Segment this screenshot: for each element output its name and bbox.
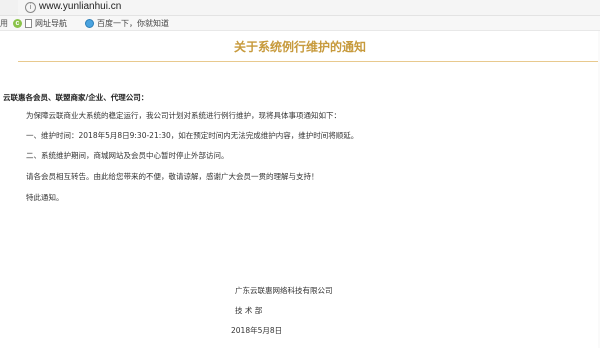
page-title: 关于系统例行维护的通知: [233, 40, 366, 54]
nav-area: [0, 0, 18, 15]
c-icon: c: [13, 19, 22, 28]
address-bar[interactable]: i www.yunlianhui.cn: [0, 0, 600, 16]
bookmark-cut-label[interactable]: 用: [0, 18, 8, 29]
info-icon[interactable]: i: [25, 2, 36, 13]
paragraph: 一、维护时间：2018年5月8日9:30-21:30，如在预定时间内无法完成维护…: [26, 131, 359, 140]
paragraph: 请各会员相互转告。由此给您带来的不便，敬请谅解，感谢广大会员一贯的理解与支持！: [26, 172, 319, 181]
bookmark-wangzhi[interactable]: c 网址导航: [13, 18, 67, 29]
globe-icon: [85, 19, 94, 28]
page-icon: [25, 19, 32, 28]
paragraph: 特此通知。: [26, 193, 64, 202]
url-text[interactable]: www.yunlianhui.cn: [39, 1, 121, 12]
signature-company: 广东云联惠网络科技有限公司: [235, 286, 333, 295]
bookmark-label: 网址导航: [35, 19, 67, 28]
signature-department: 技 术 部: [235, 306, 263, 315]
title-divider: [18, 61, 598, 62]
signature-date: 2018年5月8日: [231, 326, 283, 335]
paragraph: 二、系统维护期间，商城网站及会员中心暂时停止外部访问。: [26, 151, 229, 160]
greeting: 云联惠各会员、联盟商家/企业、代理公司：: [3, 93, 149, 102]
paragraph: 为保障云联商业大系统的稳定运行，我公司计划对系统进行例行维护，现将具体事项通知如…: [26, 111, 341, 120]
bookmark-baidu[interactable]: 百度一下，你就知道: [85, 18, 169, 29]
bookmark-label: 百度一下，你就知道: [97, 19, 169, 28]
bookmarks-bar: 用 c 网址导航 百度一下，你就知道: [0, 16, 600, 31]
